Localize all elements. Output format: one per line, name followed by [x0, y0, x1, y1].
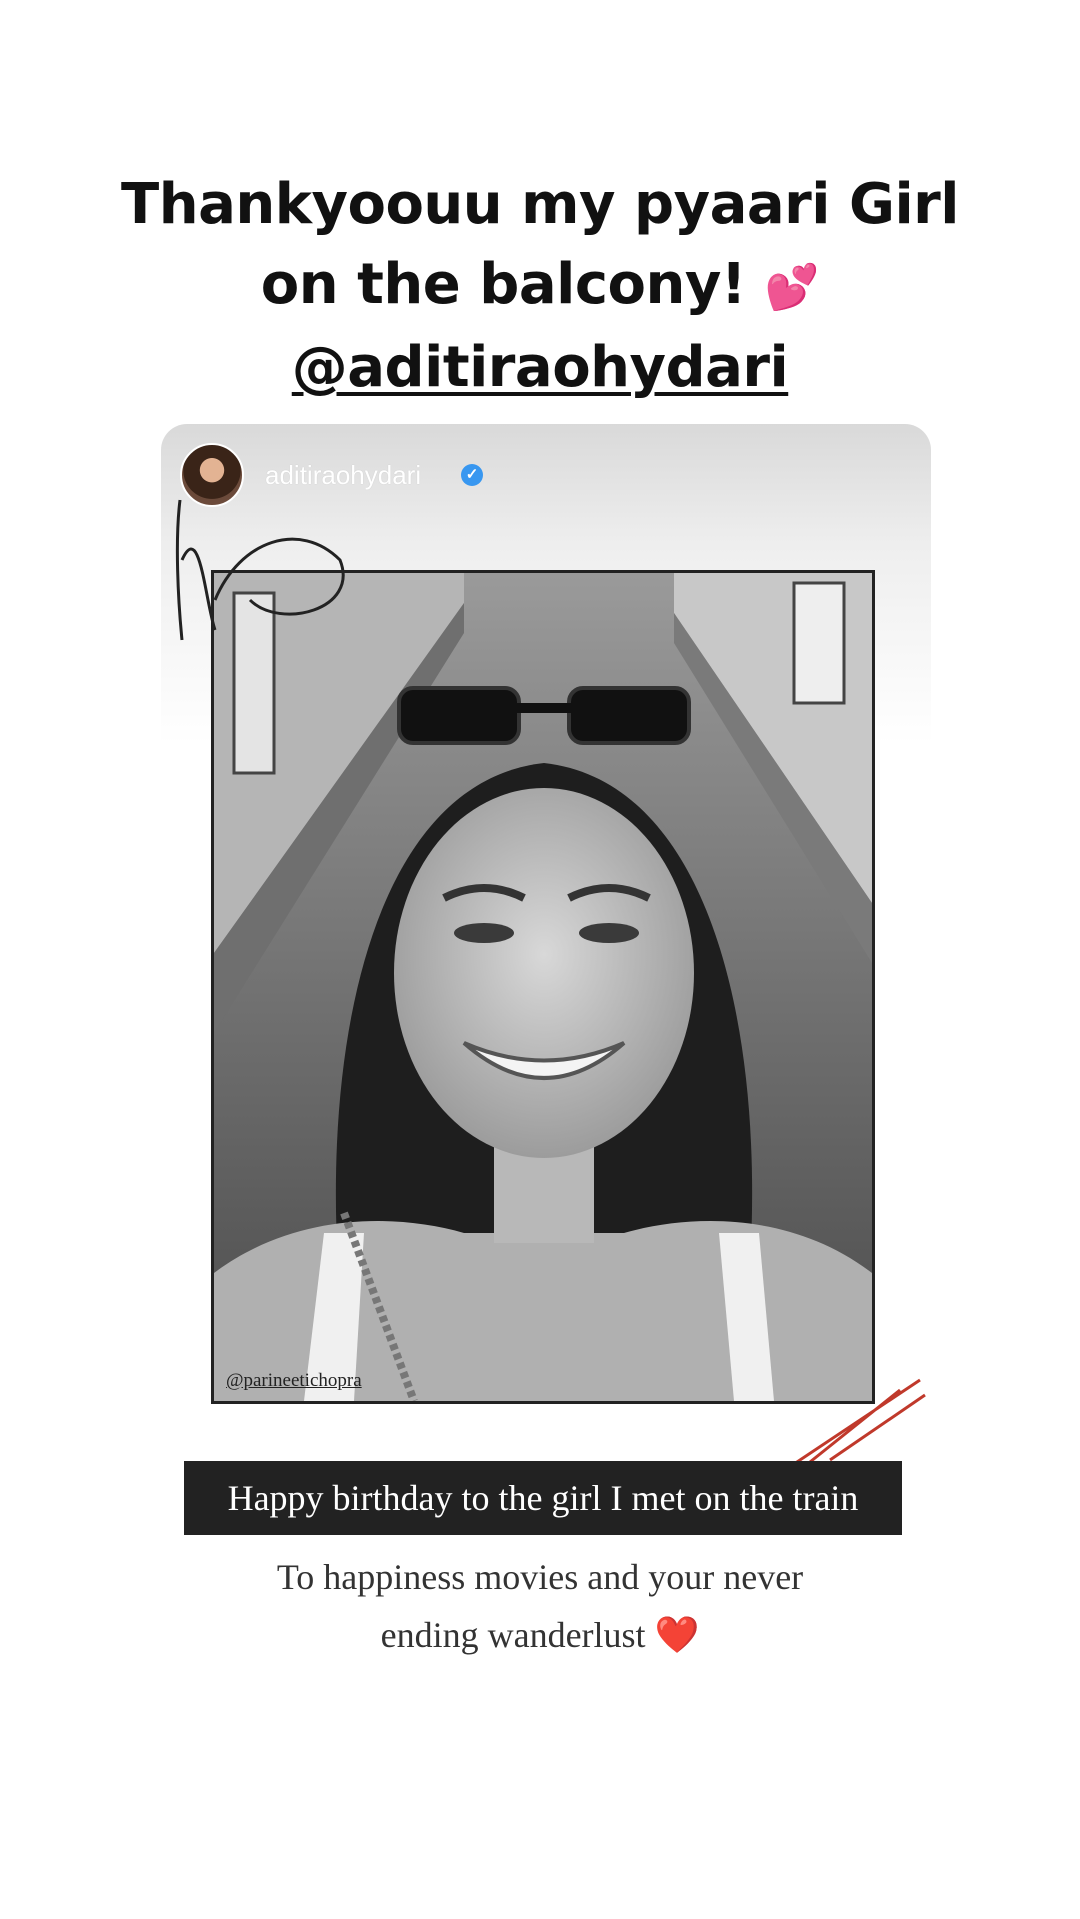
birthday-caption-bar: Happy birthday to the girl I met on the … [184, 1461, 902, 1535]
sub-caption-text: To happiness movies and your never endin… [0, 1548, 1080, 1664]
author-avatar[interactable] [180, 443, 244, 507]
shared-post-photo[interactable] [211, 570, 875, 1404]
header-line-2: on the balcony! [260, 252, 747, 317]
selfie-photo-illustration [214, 573, 872, 1401]
verified-badge-icon: ✓ [461, 464, 483, 486]
mention-link[interactable]: @aditiraohydari [0, 328, 1080, 408]
red-heart-emoji: ❤️ [654, 1615, 700, 1655]
sub-caption-line-1: To happiness movies and your never [276, 1557, 804, 1597]
photo-credit-tag[interactable]: @parineetichopra [226, 1370, 362, 1392]
author-username[interactable]: aditiraohydari [265, 460, 421, 491]
story-header-text: Thankyoouu my pyaari Girl on the balcony… [0, 165, 1080, 408]
header-line-1: Thankyoouu my pyaari Girl [121, 172, 959, 237]
sub-caption-line-2: ending wanderlust [380, 1615, 646, 1655]
two-hearts-emoji: 💕 [764, 261, 820, 313]
